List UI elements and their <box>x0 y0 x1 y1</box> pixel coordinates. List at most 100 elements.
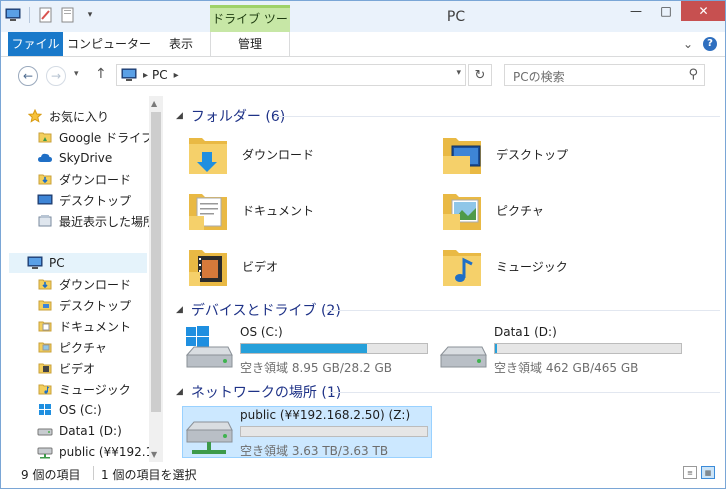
collapse-chevron-icon[interactable]: ◢ <box>176 305 183 315</box>
download-folder-icon <box>186 130 230 178</box>
tab-manage[interactable]: 管理 <box>210 32 290 56</box>
collapse-chevron-icon[interactable]: ◢ <box>176 387 183 397</box>
group-header-drives[interactable]: ◢ デバイスとドライブ (2) <box>176 300 341 320</box>
sidebar-item-downloads-fav[interactable]: ダウンロード <box>37 169 131 189</box>
videos-folder-icon <box>186 242 230 290</box>
tab-file[interactable]: ファイル <box>8 32 63 56</box>
tiles-view-icon[interactable]: ▦ <box>701 466 715 479</box>
minimize-button[interactable]: — <box>621 1 651 21</box>
collapse-chevron-icon[interactable]: ◢ <box>176 111 183 121</box>
drive-free-space: 空き領域 3.63 TB/3.63 TB <box>240 444 389 458</box>
sidebar-item-label: Google ドライブ <box>59 130 149 145</box>
folder-tile-pictures[interactable]: ピクチャ <box>440 186 544 234</box>
sidebar-item-pc[interactable]: PC <box>9 253 147 273</box>
close-button[interactable]: ✕ <box>681 1 725 21</box>
sidebar-item-label: ピクチャ <box>59 340 107 355</box>
drive-free-space: 空き領域 462 GB/465 GB <box>494 361 639 375</box>
drive-name: OS (C:) <box>240 325 283 339</box>
sidebar-item-network-drive[interactable]: public (¥¥192.1 <box>37 442 149 462</box>
sidebar-item-pc-music[interactable]: ミュージック <box>37 379 131 399</box>
sidebar-item-skydrive[interactable]: SkyDrive <box>37 148 112 168</box>
back-button[interactable]: ← <box>18 66 38 86</box>
sidebar-item-drive-d[interactable]: Data1 (D:) <box>37 421 122 441</box>
sidebar-item-label: Data1 (D:) <box>59 424 122 438</box>
pictures-folder-icon <box>440 186 484 234</box>
tab-view[interactable]: 表示 <box>157 32 205 56</box>
scroll-down-icon[interactable]: ▼ <box>151 450 157 459</box>
folder-tile-videos[interactable]: ビデオ <box>186 242 278 290</box>
up-button[interactable]: ↑ <box>95 66 107 82</box>
folder-icon <box>37 129 53 145</box>
sidebar-item-desktop-fav[interactable]: デスクトップ <box>37 190 131 210</box>
folder-tile-downloads[interactable]: ダウンロード <box>186 130 314 178</box>
sidebar-item-label: デスクトップ <box>59 298 132 313</box>
drive-usage-fill <box>495 344 497 353</box>
sidebar-item-label: ダウンロード <box>59 277 132 292</box>
system-menu-icon[interactable] <box>5 7 21 23</box>
cloud-icon <box>37 150 53 166</box>
new-folder-icon[interactable] <box>60 7 76 23</box>
search-input[interactable]: PCの検索 <box>513 68 565 85</box>
scrollbar-thumb[interactable] <box>151 112 161 412</box>
content-pane: ◢ フォルダー (6) ダウンロード デスクトップ ドキュメント ピクチャ ビデ… <box>164 96 725 462</box>
address-bar[interactable]: ▸ PC ▸ ▾ <box>116 64 466 86</box>
folder-tile-music[interactable]: ミュージック <box>440 242 568 290</box>
sidebar-item-pc-pictures[interactable]: ピクチャ <box>37 337 107 357</box>
sidebar-item-favorites[interactable]: お気に入り <box>27 106 109 126</box>
desktop-icon <box>37 192 53 208</box>
explorer-window: ▾ ドライブ ツール PC — □ ✕ ファイル コンピューター 表示 管理 ⌄… <box>0 0 726 489</box>
search-box[interactable]: PCの検索 ⚲ <box>504 64 705 86</box>
group-header-folders[interactable]: ◢ フォルダー (6) <box>176 106 285 126</box>
maximize-button[interactable]: □ <box>651 1 681 21</box>
sidebar-item-pc-documents[interactable]: ドキュメント <box>37 316 131 336</box>
expand-ribbon-icon[interactable]: ⌄ <box>683 37 693 51</box>
arrow-up-icon: ↑ <box>95 66 107 82</box>
drive-free-space: 空き領域 8.95 GB/28.2 GB <box>240 361 392 375</box>
window-controls: — □ ✕ <box>621 1 725 21</box>
details-view-icon[interactable]: ≡ <box>683 466 697 479</box>
status-bar: 9 個の項目 1 個の項目を選択 ≡ ▦ <box>1 462 725 488</box>
customize-qat-icon[interactable]: ▾ <box>82 7 98 23</box>
sidebar-item-google-drive[interactable]: Google ドライブ <box>37 127 149 147</box>
sidebar-item-label: PC <box>49 256 65 270</box>
drive-usage-bar <box>494 343 682 354</box>
drive-usage-bar <box>240 426 428 437</box>
refresh-icon: ↻ <box>474 67 486 83</box>
sidebar-item-label: public (¥¥192.1 <box>59 445 149 459</box>
network-drive-tile[interactable]: public (¥¥192.168.2.50) (Z:) 空き領域 3.63 T… <box>182 406 432 458</box>
drive-tile-c[interactable]: OS (C:) 空き領域 8.95 GB/28.2 GB <box>184 325 434 375</box>
drive-name: public (¥¥192.168.2.50) (Z:) <box>240 408 411 422</box>
music-folder-icon <box>440 242 484 290</box>
refresh-button[interactable]: ↻ <box>468 64 492 86</box>
sidebar-item-pc-downloads[interactable]: ダウンロード <box>37 274 131 294</box>
windows-drive-icon <box>185 326 233 368</box>
star-icon <box>27 108 43 124</box>
recent-locations-button[interactable]: ▾ <box>74 69 79 79</box>
group-divider <box>326 310 720 311</box>
drive-tile-d[interactable]: Data1 (D:) 空き領域 462 GB/465 GB <box>438 325 688 375</box>
navigation-pane-scrollbar[interactable]: ▲ ▼ <box>149 96 163 462</box>
sidebar-item-drive-c[interactable]: OS (C:) <box>37 400 102 420</box>
breadcrumb-chevron-icon[interactable]: ▸ <box>143 70 148 81</box>
network-drive-content: public (¥¥192.168.2.50) (Z:) 空き領域 3.63 T… <box>184 408 432 458</box>
sidebar-item-pc-videos[interactable]: ビデオ <box>37 358 95 378</box>
folder-tile-documents[interactable]: ドキュメント <box>186 186 314 234</box>
help-icon[interactable]: ? <box>703 37 717 51</box>
group-header-network[interactable]: ◢ ネットワークの場所 (1) <box>176 382 341 402</box>
sidebar-item-label: お気に入り <box>49 109 110 124</box>
tab-computer[interactable]: コンピューター <box>67 32 151 56</box>
sidebar-item-pc-desktop[interactable]: デスクトップ <box>37 295 131 315</box>
breadcrumb-pc[interactable]: PC <box>152 68 168 82</box>
download-folder-icon <box>37 171 53 187</box>
desktop-folder-icon <box>37 297 53 313</box>
folder-tile-desktop[interactable]: デスクトップ <box>440 130 568 178</box>
properties-icon[interactable] <box>38 7 54 23</box>
drive-icon <box>37 423 53 439</box>
sidebar-item-label: ビデオ <box>59 361 96 376</box>
status-divider <box>93 466 94 480</box>
forward-button[interactable]: → <box>46 66 66 86</box>
address-dropdown-icon[interactable]: ▾ <box>456 68 461 78</box>
sidebar-item-recent-places[interactable]: 最近表示した場所 <box>37 211 149 231</box>
breadcrumb-chevron-icon[interactable]: ▸ <box>174 70 179 81</box>
scroll-up-icon[interactable]: ▲ <box>151 99 157 108</box>
